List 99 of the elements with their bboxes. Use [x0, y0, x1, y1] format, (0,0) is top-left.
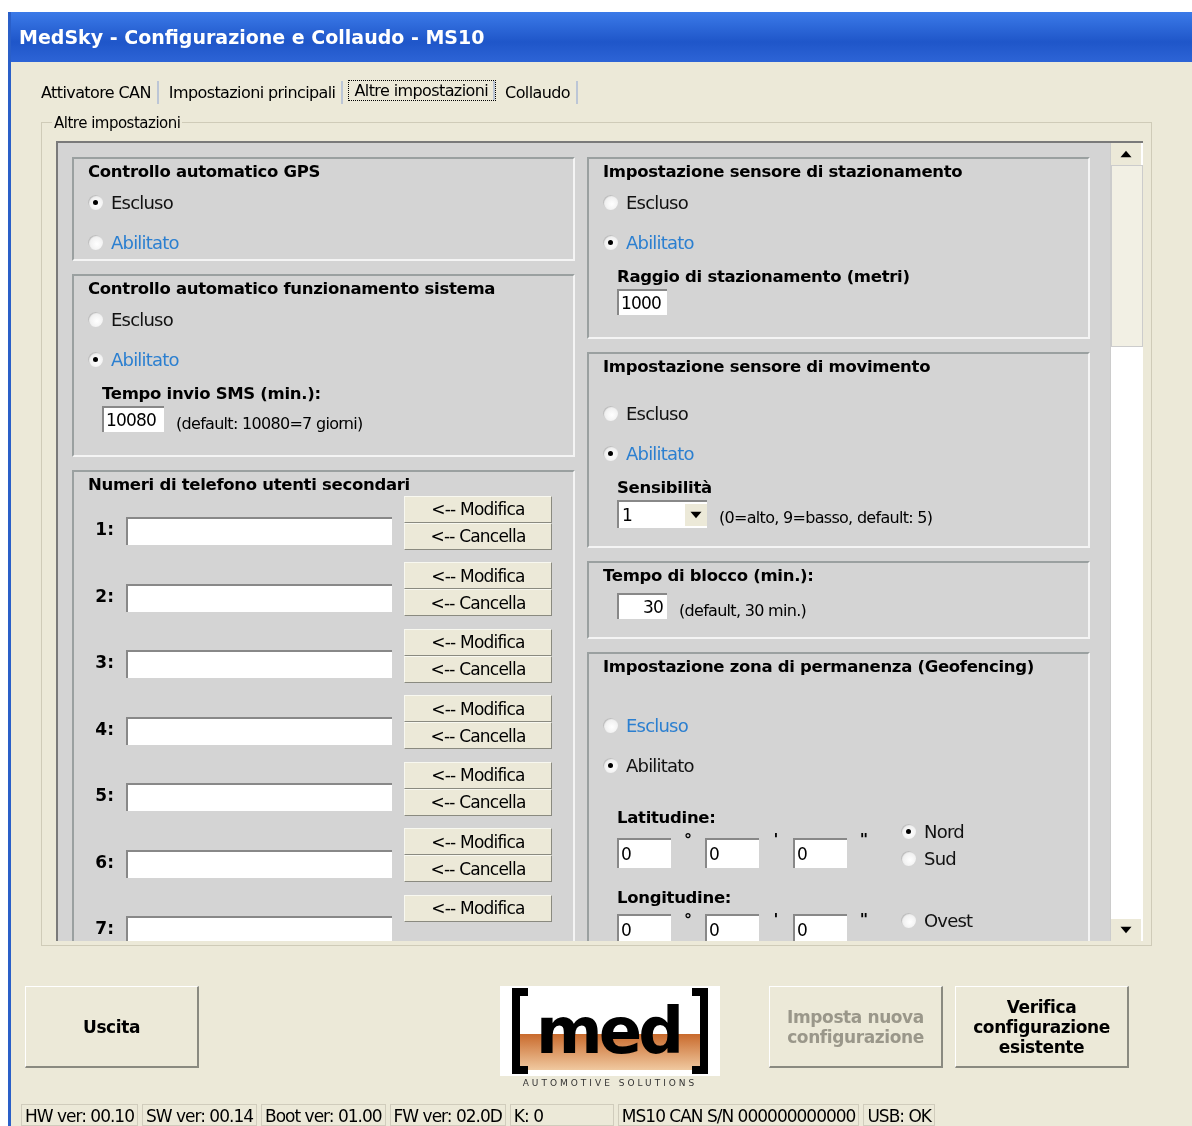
unit-label: ° [683, 829, 693, 849]
hint-text: (default, 30 min.) [679, 600, 807, 620]
field-label: Longitudine: [617, 886, 733, 909]
input-field[interactable]: 0 [793, 837, 847, 868]
row-number: 3: [94, 652, 114, 673]
section-title: Impostazione sensore di stazionamento [603, 160, 964, 183]
option-label[interactable]: Escluso [111, 192, 173, 214]
phone-field[interactable] [126, 716, 392, 745]
radio-button[interactable] [603, 235, 618, 251]
scroll-thumb[interactable] [1111, 164, 1143, 347]
radio-button[interactable] [88, 235, 103, 251]
row-button[interactable]: <-- Cancella [404, 589, 552, 617]
hint-text: (0=alto, 9=basso, default: 5) [719, 508, 933, 528]
option-label[interactable]: Escluso [111, 309, 173, 331]
section-title: Controllo automatico funzionamento sistema [88, 277, 497, 300]
input-field[interactable]: 0 [617, 913, 671, 941]
status-text: Boot ver: 01.00 [261, 1104, 386, 1126]
radio-button[interactable] [88, 352, 103, 368]
status-text: K: 0 [509, 1104, 614, 1126]
field-label: Raggio di stazionamento (metri) [617, 265, 911, 288]
row-button[interactable]: <-- Modifica [404, 562, 552, 590]
row-number: 5: [94, 785, 114, 806]
section-title: Tempo di blocco (min.): [603, 564, 815, 587]
action-button[interactable]: Verifica configurazione esistente [955, 986, 1129, 1069]
input-field[interactable]: 0 [705, 837, 759, 868]
phone-field[interactable] [126, 583, 392, 612]
row-number: 2: [94, 585, 114, 606]
radio-button[interactable] [603, 718, 618, 734]
scroll-down-icon[interactable] [1111, 918, 1141, 941]
input-field[interactable]: 0 [705, 913, 759, 941]
radio-button[interactable] [603, 195, 618, 211]
row-button[interactable]: <-- Modifica [404, 495, 552, 523]
radio-button[interactable] [88, 195, 103, 211]
field-label: Latitudine: [617, 806, 717, 829]
unit-label: " [858, 829, 870, 849]
radio-button[interactable] [901, 913, 916, 929]
status-text: HW ver: 00.10 [21, 1104, 138, 1126]
unit-label: ' [772, 829, 780, 849]
hint-text: (default: 10080=7 giorni) [176, 413, 363, 433]
row-button[interactable]: <-- Modifica [404, 828, 552, 856]
input-field[interactable]: 30 [617, 593, 667, 620]
section-title: Numeri di telefono utenti secondari [88, 473, 411, 496]
caret-icon [685, 503, 707, 526]
group-title: Altre impostazioni [52, 113, 183, 132]
option-label[interactable]: Ovest [924, 910, 973, 932]
row-button[interactable]: <-- Modifica [404, 761, 552, 789]
section-title: Controllo automatico GPS [88, 160, 322, 183]
row-button[interactable]: <-- Modifica [404, 628, 552, 656]
row-number: 1: [94, 519, 114, 540]
phone-field[interactable] [126, 650, 392, 679]
section-title: Impostazione sensore di movimento [603, 355, 932, 378]
status-text: FW ver: 02.0D [389, 1104, 506, 1126]
unit-label: " [858, 909, 870, 929]
row-button[interactable]: <-- Modifica [404, 695, 552, 723]
tab[interactable]: Impostazioni principali [164, 81, 344, 105]
radio-button[interactable] [901, 823, 916, 839]
phone-field[interactable] [126, 849, 392, 878]
option-label[interactable]: Sud [924, 847, 956, 869]
option-label[interactable]: Escluso [626, 192, 688, 214]
option-label[interactable]: Abilitato [626, 755, 694, 777]
row-number: 4: [94, 718, 114, 739]
tab[interactable]: Altre impostazioni [349, 81, 496, 101]
row-number: 6: [94, 851, 114, 872]
action-button[interactable]: Uscita [25, 986, 199, 1069]
phone-field[interactable] [126, 517, 392, 546]
row-button[interactable]: <-- Cancella [404, 722, 552, 750]
row-button[interactable]: <-- Cancella [404, 655, 552, 683]
field-label: Sensibilità [617, 476, 713, 499]
status-text: MS10 CAN S/N 000000000000 [617, 1104, 860, 1126]
scrollbar[interactable] [1110, 142, 1143, 941]
phone-field[interactable] [126, 783, 392, 812]
option-label[interactable]: Nord [924, 820, 964, 842]
field-label: Tempo invio SMS (min.): [102, 382, 322, 405]
radio-button[interactable] [901, 850, 916, 866]
option-label[interactable]: Escluso [626, 403, 688, 425]
window-title: MedSky - Configurazione e Collaudo - MS10 [19, 26, 485, 48]
section-title: Impostazione zona di permanenza (Geofencing) [603, 655, 1036, 678]
tab[interactable]: Attivatore CAN [37, 81, 159, 105]
radio-button[interactable] [603, 446, 618, 462]
input-field[interactable]: 0 [617, 837, 671, 868]
radio-button[interactable] [603, 758, 618, 774]
row-number: 7: [94, 918, 114, 939]
dropdown[interactable]: 1 [617, 499, 707, 528]
radio-button[interactable] [603, 406, 618, 422]
tab[interactable]: Collaudo [501, 81, 579, 105]
input-field[interactable]: 0 [793, 913, 847, 941]
row-button[interactable]: <-- Cancella [404, 855, 552, 883]
status-text: SW ver: 00.14 [142, 1104, 258, 1126]
input-field[interactable]: 1000 [617, 288, 667, 315]
unit-label: ' [772, 909, 780, 929]
phone-field[interactable] [126, 916, 392, 941]
status-text: USB: OK [863, 1104, 935, 1126]
input-field[interactable]: 10080 [102, 406, 164, 433]
radio-button[interactable] [88, 312, 103, 328]
row-button[interactable]: <-- Cancella [404, 522, 552, 550]
row-button[interactable]: <-- Cancella [404, 788, 552, 816]
unit-label: ° [683, 909, 693, 929]
scroll-up-icon[interactable] [1111, 142, 1141, 165]
row-button[interactable]: <-- Modifica [404, 894, 552, 922]
